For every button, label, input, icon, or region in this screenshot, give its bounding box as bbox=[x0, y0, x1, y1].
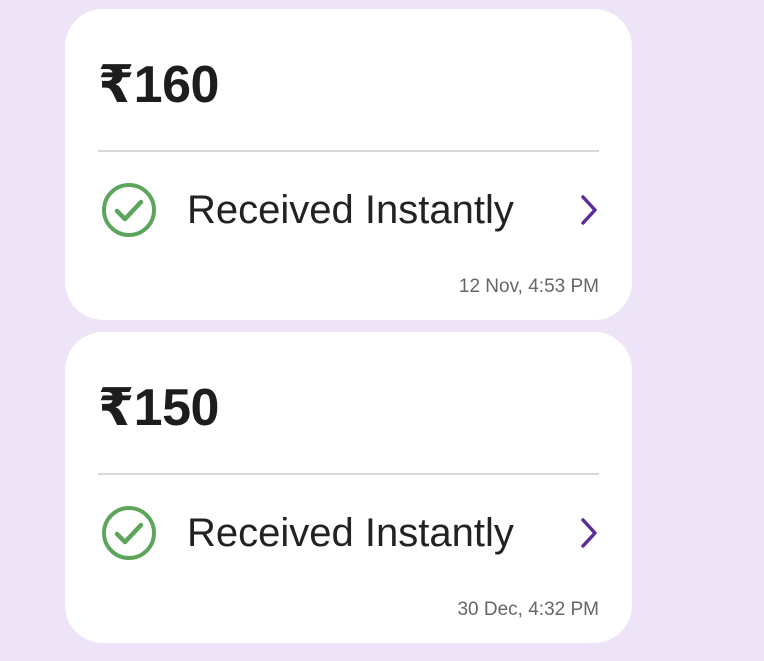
chevron-right-icon[interactable] bbox=[579, 516, 599, 550]
check-circle-icon bbox=[102, 183, 156, 237]
status-label: Received Instantly bbox=[187, 188, 514, 232]
transaction-amount: ₹150 bbox=[98, 379, 219, 437]
transaction-status-row[interactable]: Received Instantly bbox=[101, 502, 599, 562]
status-label: Received Instantly bbox=[187, 511, 514, 555]
divider bbox=[98, 150, 599, 152]
transaction-amount: ₹160 bbox=[98, 56, 219, 114]
transaction-timestamp: 12 Nov, 4:53 PM bbox=[458, 276, 599, 297]
chevron-right-icon[interactable] bbox=[579, 193, 599, 227]
divider bbox=[98, 473, 599, 475]
transaction-card[interactable]: ₹160 Received Instantly 12 Nov, 4:53 PM bbox=[65, 9, 632, 320]
check-circle-icon bbox=[102, 506, 156, 560]
transaction-status-row[interactable]: Received Instantly bbox=[101, 179, 599, 239]
transaction-timestamp: 30 Dec, 4:32 PM bbox=[457, 599, 599, 620]
transaction-card[interactable]: ₹150 Received Instantly 30 Dec, 4:32 PM bbox=[65, 332, 632, 643]
